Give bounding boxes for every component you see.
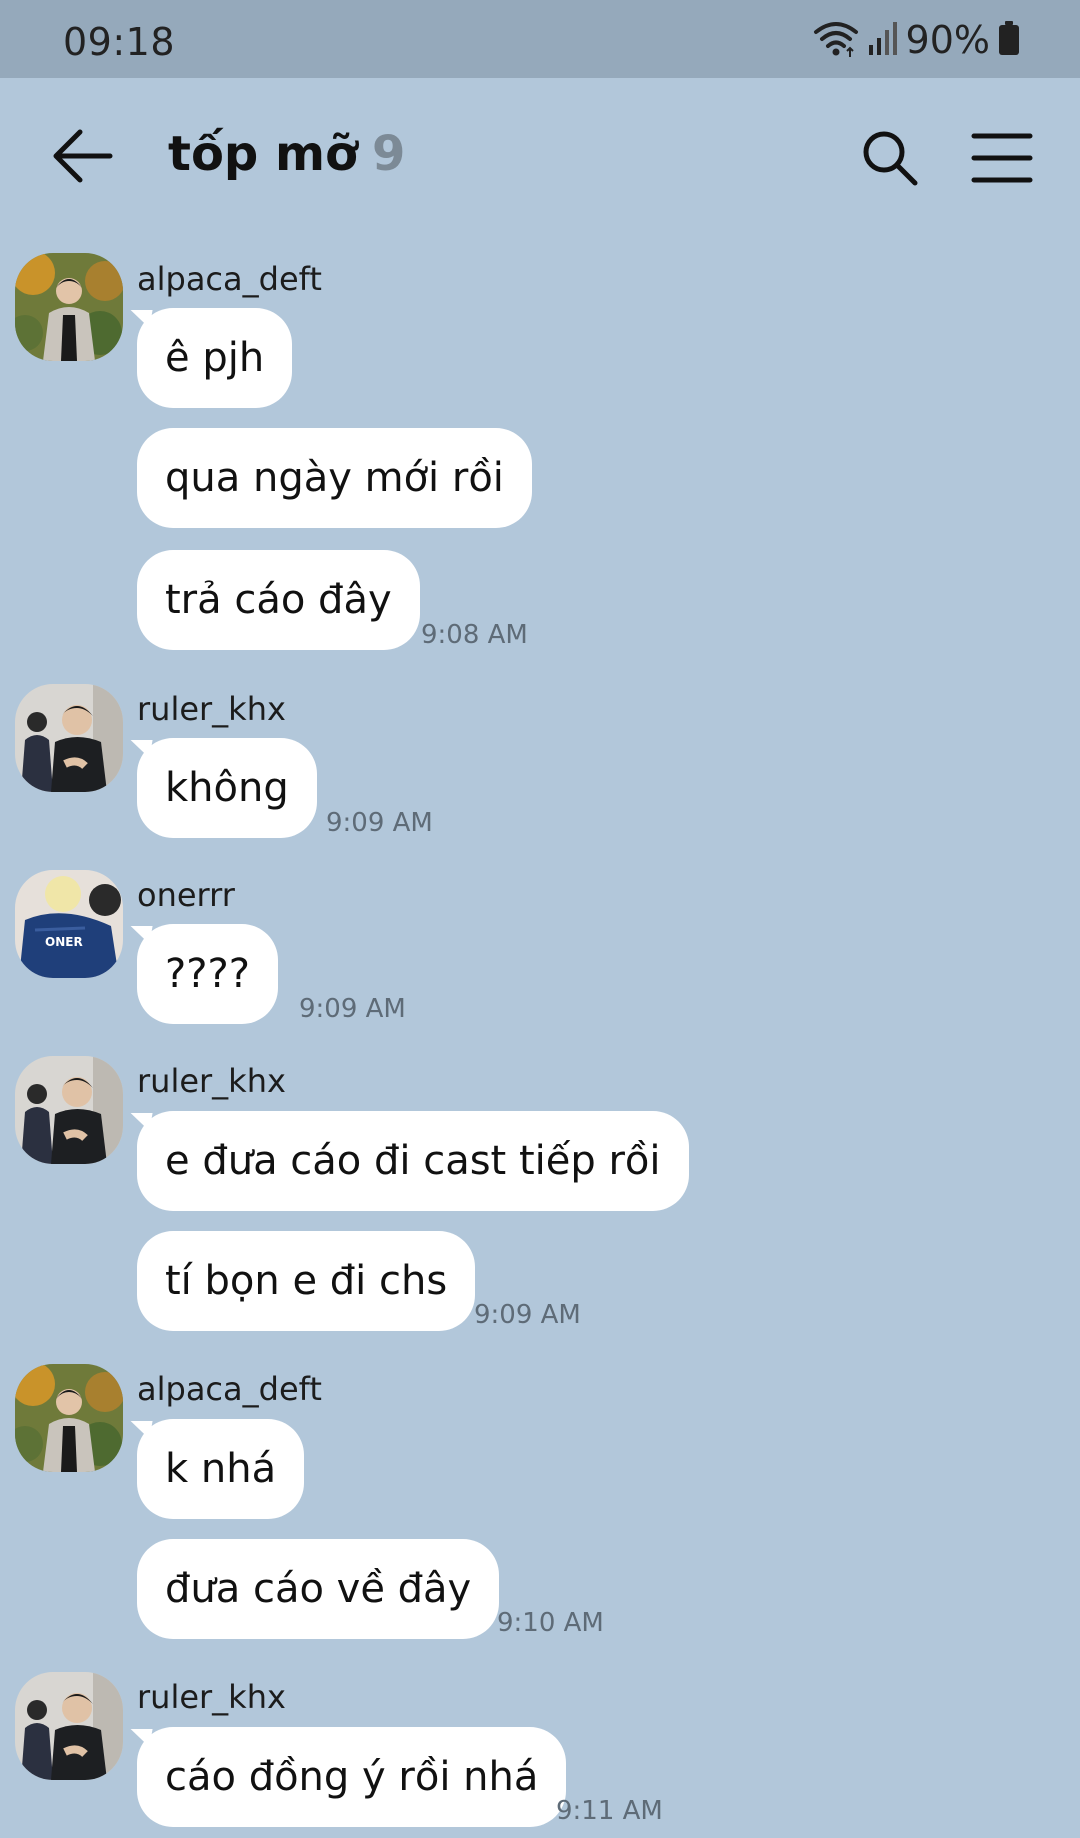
message-timestamp: 9:10 AM <box>497 1608 604 1638</box>
sender-name: onerrr <box>137 876 235 914</box>
battery-percent: 90% <box>905 18 990 62</box>
message-bubble[interactable]: e đưa cáo đi cast tiếp rồi <box>137 1111 689 1211</box>
sender-name: alpaca_deft <box>137 260 322 298</box>
message-bubble[interactable]: tí bọn e đi chs <box>137 1231 476 1331</box>
chat-header: tốp mỡ 9 <box>0 78 1080 238</box>
message-bubble[interactable]: trả cáo đây <box>137 550 420 650</box>
message-bubble[interactable]: ê pjh <box>137 308 293 408</box>
sender-name: alpaca_deft <box>137 1370 322 1408</box>
message-bubble[interactable]: k nhá <box>137 1419 305 1519</box>
message-bubble[interactable]: ???? <box>137 924 278 1024</box>
message-bubble[interactable]: không <box>137 738 317 838</box>
avatar-jersey-text: ONER <box>45 935 83 949</box>
avatar-ruler-khx[interactable] <box>15 684 123 792</box>
avatar-alpaca-deft[interactable] <box>15 1364 123 1472</box>
avatar-ruler-khx[interactable] <box>15 1056 123 1164</box>
sender-name: ruler_khx <box>137 690 286 728</box>
menu-icon <box>971 133 1033 183</box>
message-timestamp: 9:11 AM <box>556 1796 663 1826</box>
back-arrow-icon <box>53 129 113 183</box>
search-icon <box>863 131 918 186</box>
battery-icon <box>998 21 1020 59</box>
status-time: 09:18 <box>63 20 176 64</box>
sender-name: ruler_khx <box>137 1062 286 1100</box>
search-button[interactable] <box>860 128 920 188</box>
member-count: 9 <box>371 126 406 182</box>
message-timestamp: 9:09 AM <box>326 808 433 838</box>
message-timestamp: 9:09 AM <box>474 1300 581 1330</box>
status-bar: 09:18 90% <box>0 0 1080 78</box>
message-timestamp: 9:08 AM <box>421 620 528 650</box>
sender-name: ruler_khx <box>137 1678 286 1716</box>
chat-title-area[interactable]: tốp mỡ 9 <box>168 126 405 182</box>
signal-icon <box>868 21 898 59</box>
message-timestamp: 9:09 AM <box>299 994 406 1024</box>
avatar-onerrr[interactable]: ONER <box>15 870 123 978</box>
avatar-alpaca-deft[interactable] <box>15 253 123 361</box>
wifi-icon <box>812 18 860 62</box>
message-bubble[interactable]: đưa cáo về đây <box>137 1539 500 1639</box>
back-button[interactable] <box>48 126 118 186</box>
chat-title: tốp mỡ <box>168 126 358 182</box>
message-bubble[interactable]: qua ngày mới rồi <box>137 428 532 528</box>
message-bubble[interactable]: cáo đồng ý rồi nhá <box>137 1727 567 1827</box>
avatar-ruler-khx[interactable] <box>15 1672 123 1780</box>
menu-button[interactable] <box>970 130 1034 186</box>
status-icons: 90% <box>812 18 1020 62</box>
